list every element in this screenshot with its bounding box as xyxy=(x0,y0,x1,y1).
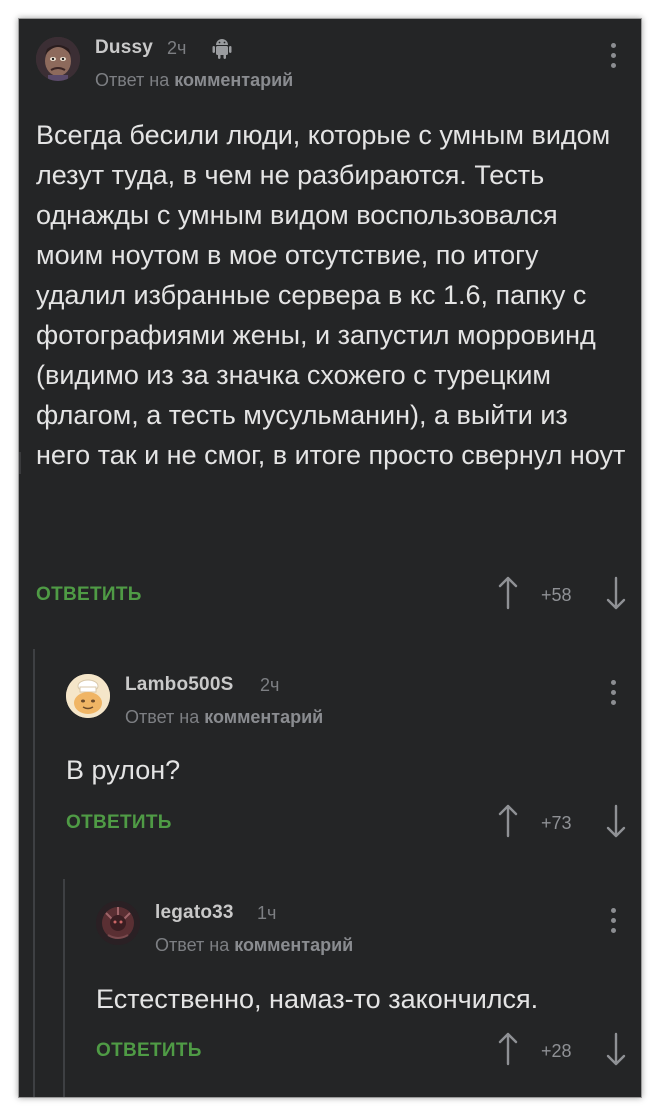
reply-to-link[interactable]: комментарий xyxy=(234,935,353,955)
rating-count: +28 xyxy=(541,1041,572,1061)
upvote-arrow-icon[interactable] xyxy=(497,1031,519,1067)
reply-to-prefix: Ответ на xyxy=(155,935,230,955)
downvote-arrow-icon[interactable] xyxy=(605,1031,627,1067)
comment-author[interactable]: legato33 xyxy=(155,902,234,924)
avatar-legato-image xyxy=(96,901,140,945)
comment-text: Естественно, намаз-то закончился. xyxy=(96,984,539,1014)
comments-panel: Dussy 2ч Ответ на комментарий Всегда бес… xyxy=(18,18,642,1098)
reply-to-line: Ответ на комментарий xyxy=(155,935,353,956)
avatar[interactable] xyxy=(96,901,140,945)
comment-legato33: legato33 1ч Ответ на комментарий Естеств… xyxy=(19,19,641,1097)
comment-time: 1ч xyxy=(257,903,277,923)
reply-button[interactable]: ОТВЕТИТЬ xyxy=(96,1040,202,1062)
more-options-icon[interactable] xyxy=(603,908,623,942)
vote-control: +28 xyxy=(497,1031,627,1071)
